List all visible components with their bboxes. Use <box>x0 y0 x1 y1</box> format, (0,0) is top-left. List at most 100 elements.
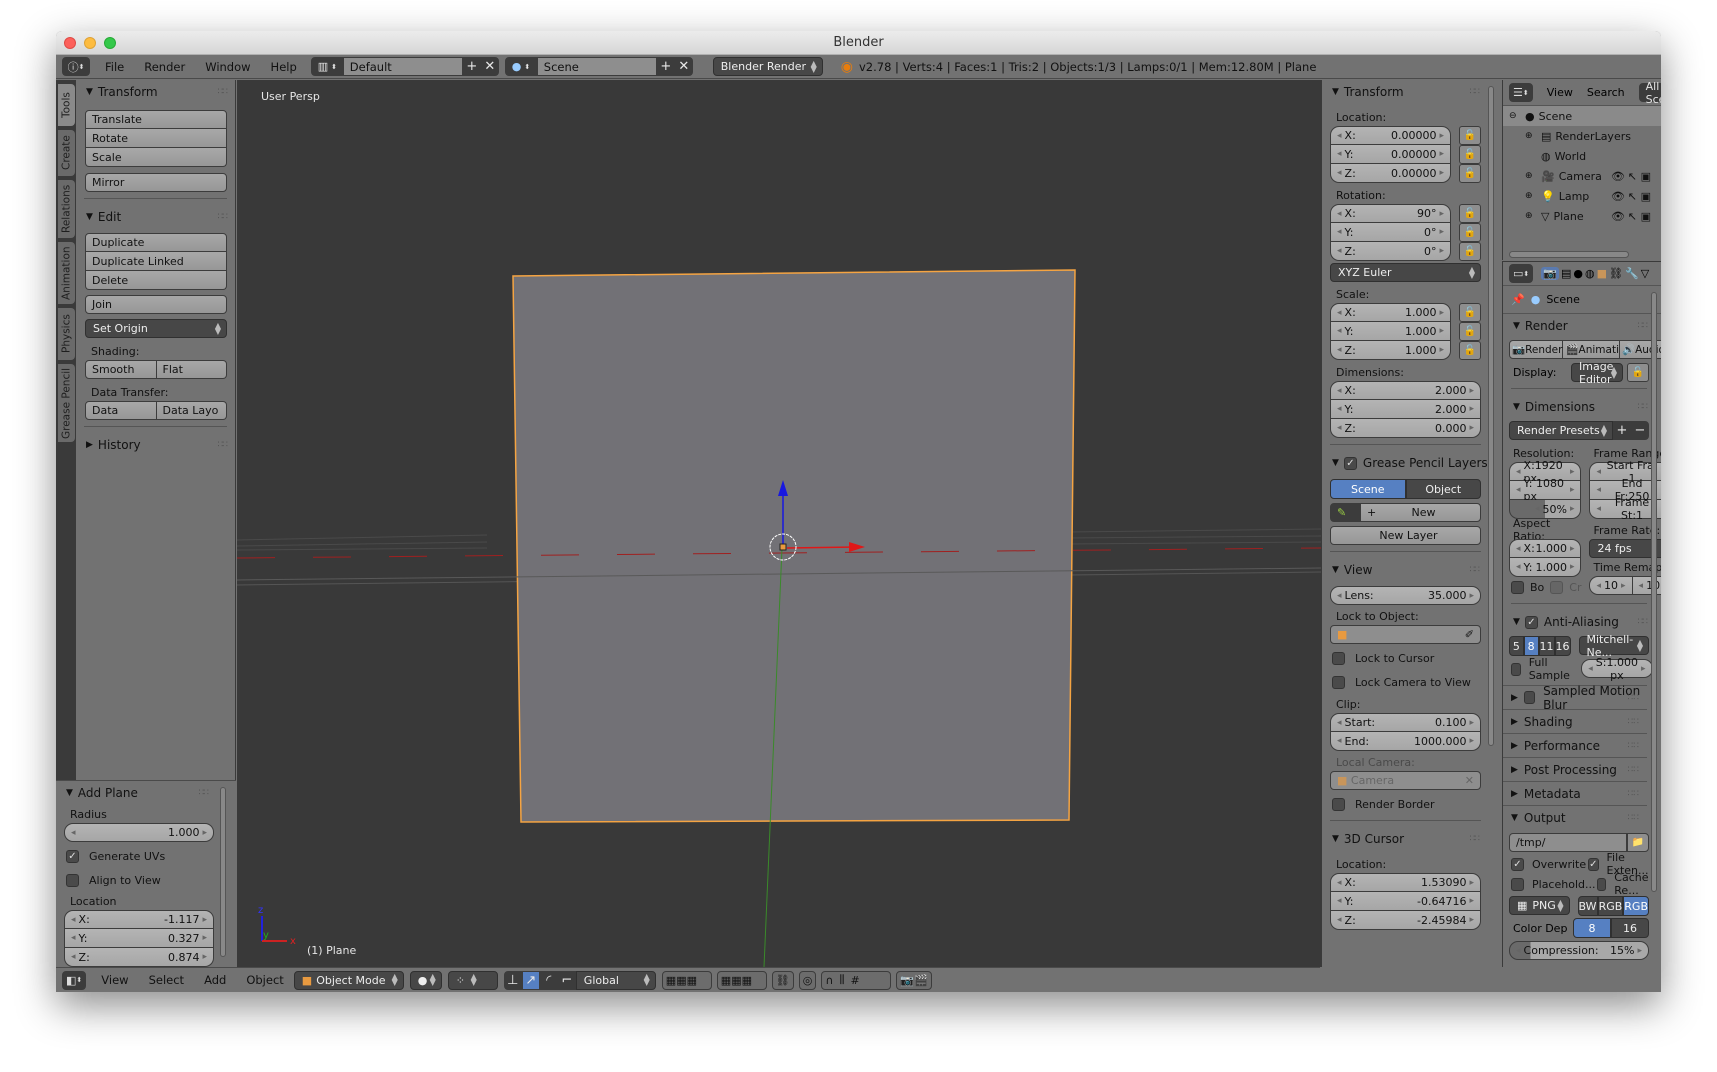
transform-orientation-select[interactable]: Global ▲ ▼ <box>575 970 656 990</box>
properties-editor-type[interactable]: ▭ ⬍ <box>1509 264 1534 283</box>
location-x-field[interactable]: X:-1.117 <box>64 910 214 929</box>
outliner-editor-type[interactable]: ☰ ⬍ <box>1509 83 1533 102</box>
set-origin-select[interactable]: Set Origin ▲ ▼ <box>85 319 227 338</box>
3d-cursor-panel-header[interactable]: ▼ 3D Cursor ∷∷ <box>1322 827 1501 851</box>
tab-tools[interactable]: Tools <box>58 84 75 126</box>
collapsed-panel-performance[interactable]: ▶ Performance ∷∷ <box>1503 733 1647 757</box>
anti-aliasing-checkbox[interactable]: ✓ <box>1524 612 1544 632</box>
smooth-button[interactable]: Smooth <box>85 360 157 379</box>
clip-end-field[interactable]: End:1000.000 <box>1330 732 1481 751</box>
menu-render[interactable]: Render <box>134 60 195 74</box>
radius-field[interactable]: 1.000 <box>64 823 214 842</box>
pencil-browse[interactable]: ✎ <box>1330 503 1360 522</box>
grease-pencil-checkbox[interactable]: ✓ <box>1343 453 1363 473</box>
duplicate-button[interactable]: Duplicate <box>85 233 227 252</box>
aspect-x[interactable]: X:1.000 <box>1509 539 1582 558</box>
constraints-context-icon[interactable]: ⛓ <box>1609 267 1623 280</box>
motion-blur-checkbox[interactable] <box>1523 691 1536 704</box>
border-checkbox[interactable]: Bo <box>1509 577 1544 597</box>
visibility-icon[interactable]: 👁 <box>1611 210 1625 223</box>
aa-sample-16[interactable]: 16 <box>1554 636 1571 656</box>
lock-scene-layers[interactable]: ⛓ <box>771 970 794 990</box>
anti-aliasing-panel-header[interactable]: ▼ ✓ Anti-Aliasing ∷∷ <box>1503 610 1661 634</box>
grease-pencil-header[interactable]: ▼ ✓ Grease Pencil Layers <box>1322 451 1501 475</box>
render-engine-select[interactable]: Blender Render ▲ ▼ <box>712 57 823 76</box>
resolution-percentage-slider[interactable]: 50% <box>1509 500 1582 519</box>
proportional-edit[interactable]: ◎ <box>798 970 817 990</box>
lock-icon[interactable]: 🔓 <box>1459 341 1481 360</box>
lock-camera-to-view-checkbox[interactable]: Lock Camera to View <box>1330 672 1481 692</box>
rotate-manipulator[interactable]: ◜ <box>539 970 558 990</box>
object-rotation-x[interactable]: X:90° <box>1330 204 1451 223</box>
object-location-y[interactable]: Y:0.00000 <box>1330 145 1451 164</box>
select-icon[interactable]: ↖ <box>1628 190 1637 203</box>
tab-object[interactable]: Object <box>1405 479 1481 499</box>
overwrite-checkbox[interactable]: ✓ Overwrite <box>1509 854 1586 874</box>
dimension-y[interactable]: Y:2.000 <box>1330 400 1481 419</box>
outliner-menu-search[interactable]: Search <box>1587 86 1625 99</box>
menu-file[interactable]: File <box>95 60 134 74</box>
mirror-button[interactable]: Mirror <box>85 173 227 192</box>
expand-icon[interactable]: ⊕ <box>1525 171 1537 181</box>
data-context-icon[interactable]: ▽ <box>1641 267 1649 280</box>
object-context-icon[interactable]: ■ <box>1597 267 1607 280</box>
expand-icon[interactable]: ⊕ <box>1525 191 1537 201</box>
color-rgba[interactable]: RGB <box>1623 896 1649 916</box>
aa-sample-5[interactable]: 5 <box>1509 636 1524 656</box>
grip-icon[interactable]: ∷∷ <box>218 87 229 97</box>
render-panel-header[interactable]: ▼ Render ∷∷ <box>1503 314 1661 338</box>
folder-icon[interactable]: 📁 <box>1627 833 1649 852</box>
close-window-button[interactable] <box>64 37 76 49</box>
cache-result-checkbox[interactable]: Cache Re... <box>1595 871 1652 897</box>
local-camera-field[interactable]: ■ Camera ✕ <box>1330 771 1481 790</box>
expand-icon[interactable]: ⊖ <box>1509 111 1521 121</box>
layers-group-2[interactable]: ▦▦▦ <box>716 970 767 990</box>
new-grease-pencil-button[interactable]: + New <box>1360 503 1481 522</box>
menu-select[interactable]: Select <box>139 973 194 987</box>
grip-icon[interactable]: ∷∷ <box>1470 87 1481 97</box>
render-border-checkbox[interactable]: Render Border <box>1330 794 1481 814</box>
edit-panel-header[interactable]: ▼ Edit ∷∷ <box>76 205 235 229</box>
output-path-field[interactable]: /tmp/ <box>1509 833 1627 852</box>
file-format-select[interactable]: ▦ PNG ▲ ▼ <box>1509 896 1570 915</box>
pivot-point-select[interactable]: ⁘ ▲ ▼ <box>447 970 498 990</box>
render-layers-context-icon[interactable]: ▤ <box>1561 267 1571 280</box>
tab-scene[interactable]: Scene <box>1330 479 1406 499</box>
tab-animation[interactable]: Animation <box>58 242 75 304</box>
visibility-icon[interactable]: 👁 <box>1611 190 1625 203</box>
grip-icon[interactable]: ∷∷ <box>1628 789 1639 799</box>
color-depth-16[interactable]: 16 <box>1611 918 1649 938</box>
align-to-view-checkbox[interactable]: Align to View <box>64 870 214 890</box>
placeholders-checkbox[interactable]: Placehold... <box>1509 874 1595 894</box>
manipulator-toggle[interactable]: ⊥ <box>503 970 522 990</box>
collapsed-panel-post-processing[interactable]: ▶ Post Processing ∷∷ <box>1503 757 1647 781</box>
render-button[interactable]: 📷 Render <box>1509 340 1564 359</box>
resolution-y[interactable]: Y: 1080 px <box>1509 477 1582 503</box>
cursor-location-y[interactable]: Y:-0.64716 <box>1330 892 1481 911</box>
aspect-y[interactable]: Y:1.000 <box>1509 558 1582 577</box>
menu-object[interactable]: Object <box>236 973 293 987</box>
transform-properties-header[interactable]: ▼ Transform ∷∷ <box>1322 80 1501 104</box>
visibility-icon[interactable]: 👁 <box>1611 170 1625 183</box>
plane-object[interactable] <box>512 269 1076 823</box>
display-select[interactable]: Image Editor ▲ ▼ <box>1571 360 1623 386</box>
collapsed-panel-shading[interactable]: ▶ Shading ∷∷ <box>1503 709 1647 733</box>
aa-sample-11[interactable]: 11 <box>1538 636 1555 656</box>
tab-create[interactable]: Create <box>58 130 75 176</box>
world-context-icon[interactable]: ◍ <box>1585 267 1595 280</box>
generate-uvs-checkbox[interactable]: ✓ Generate UVs <box>64 846 214 866</box>
grip-icon[interactable]: ∷∷ <box>218 212 229 222</box>
lock-icon[interactable]: 🔓 <box>1459 322 1481 341</box>
layers-group-1[interactable]: ▦▦▦ <box>661 970 712 990</box>
object-scale-x[interactable]: X:1.000 <box>1330 303 1451 322</box>
transform-panel-header[interactable]: ▼ Transform ∷∷ <box>76 80 235 104</box>
lock-to-object-field[interactable]: ■ ✐ <box>1330 625 1481 644</box>
remove-preset-button[interactable]: − <box>1631 421 1649 440</box>
dimension-x[interactable]: X:2.000 <box>1330 381 1481 400</box>
screen-layout-name[interactable]: Default <box>342 57 463 76</box>
lock-icon[interactable]: 🔓 <box>1627 363 1649 382</box>
editor-type-3dview[interactable]: ◧ ⬍ <box>62 970 87 990</box>
select-icon[interactable]: ↖ <box>1628 210 1637 223</box>
lock-icon[interactable]: 🔓 <box>1459 164 1481 183</box>
scene-context-icon[interactable]: ● <box>1573 267 1583 280</box>
